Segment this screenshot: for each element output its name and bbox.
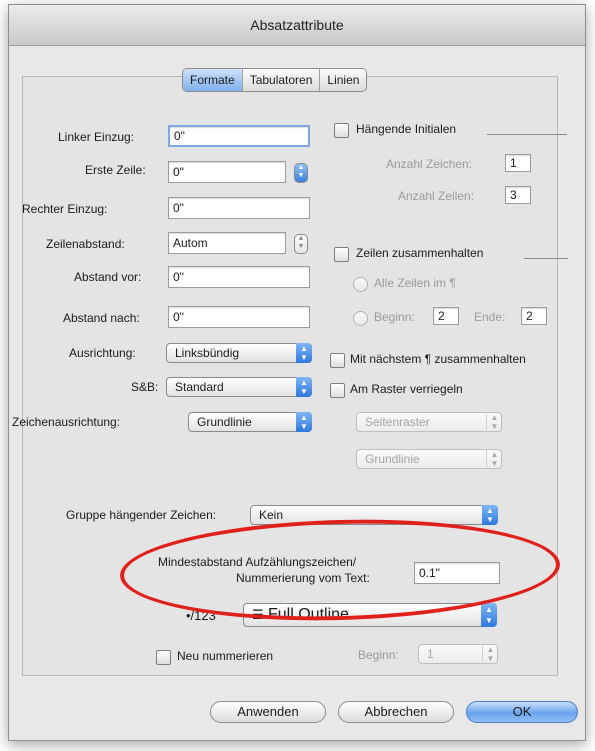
rechter-einzug-label: Rechter Einzug: (22, 202, 108, 216)
haengende-initialen-label: Hängende Initialen (356, 122, 457, 136)
beginn-bottom-select[interactable]: 1 ▲ ▼ (418, 644, 498, 664)
erste-zeile-label: Erste Zeile: (85, 163, 146, 177)
select-arrows-icon: ▲ ▼ (486, 412, 502, 432)
select-arrows-icon: ▲ ▼ (482, 644, 498, 664)
select-arrows-icon: ▲ ▼ (296, 343, 312, 363)
beginn-label: Beginn: (374, 310, 415, 324)
neu-nummerieren-label: Neu nummerieren (177, 649, 274, 663)
tab-linien[interactable]: Linien (320, 69, 367, 91)
anzahl-zeilen-label: Anzahl Zeilen: (398, 189, 475, 203)
tab-tabulatoren[interactable]: Tabulatoren (242, 69, 321, 91)
zeilen-zusammenhalten-label: Zeilen zusammenhalten (356, 246, 484, 260)
grundlinie-select[interactable]: Grundlinie ▲ ▼ (356, 449, 502, 469)
alle-zeilen-radio[interactable] (353, 277, 368, 292)
seitenraster-value: Seitenraster (365, 415, 430, 429)
erste-zeile-input[interactable]: 0" (168, 161, 286, 183)
tab-formate[interactable]: Formate (183, 69, 243, 91)
anzahl-zeichen-label: Anzahl Zeichen: (386, 157, 473, 171)
sb-select[interactable]: Standard ▲ ▼ (166, 377, 312, 397)
zeichenausrichtung-select[interactable]: Grundlinie ▲ ▼ (188, 412, 312, 432)
abstand-vor-label: Abstand vor: (74, 270, 142, 284)
anzahl-zeilen-input[interactable]: 3 (505, 186, 531, 204)
group-divider (487, 134, 567, 135)
linker-einzug-label: Linker Einzug: (58, 130, 135, 144)
mit-naechstem-checkbox[interactable] (330, 353, 345, 368)
ende-input[interactable]: 2 (521, 307, 547, 325)
seitenraster-select[interactable]: Seitenraster ▲ ▼ (356, 412, 502, 432)
select-arrows-icon: ▲ ▼ (296, 412, 312, 432)
mit-naechstem-label: Mit nächstem ¶ zusammenhalten (350, 352, 526, 366)
am-raster-checkbox[interactable] (330, 383, 345, 398)
haengende-initialen-checkbox[interactable] (334, 123, 349, 138)
linker-einzug-input[interactable]: 0" (168, 125, 310, 147)
am-raster-label: Am Raster verriegeln (350, 382, 463, 396)
ausrichtung-value: Linksbündig (175, 346, 240, 360)
beginn-bottom-value: 1 (427, 647, 434, 661)
sb-label: S&B: (131, 380, 159, 394)
gruppe-value: Kein (259, 508, 284, 522)
sb-value: Standard (175, 380, 224, 394)
ausrichtung-select[interactable]: Linksbündig ▲ ▼ (166, 343, 312, 363)
select-arrows-icon: ▲ ▼ (482, 505, 498, 525)
rechter-einzug-input[interactable]: 0" (168, 197, 310, 219)
zeilenabstand-stepper[interactable]: ▲ ▼ (294, 234, 308, 254)
abstand-nach-input[interactable]: 0" (168, 306, 310, 328)
zeilenabstand-input[interactable]: Autom (168, 232, 286, 254)
ende-label: Ende: (474, 310, 506, 324)
abstand-vor-input[interactable]: 0" (168, 266, 310, 288)
ok-button[interactable]: OK (466, 701, 578, 723)
beginn-input[interactable]: 2 (433, 307, 459, 325)
zeilenabstand-label: Zeilenabstand: (46, 237, 125, 251)
zeichenausrichtung-label: Zeichenausrichtung: (12, 415, 121, 429)
tab-bar: Formate Tabulatoren Linien (182, 68, 368, 92)
alle-zeilen-label: Alle Zeilen im ¶ (374, 276, 456, 290)
zeichenausrichtung-value: Grundlinie (197, 415, 252, 429)
gruppe-label: Gruppe hängender Zeichen: (66, 508, 217, 522)
beginn-bottom-label: Beginn: (358, 648, 399, 662)
select-arrows-icon: ▲ ▼ (486, 449, 502, 469)
erste-zeile-stepper[interactable]: ▲ ▼ (294, 163, 308, 183)
grundlinie-value: Grundlinie (365, 452, 420, 466)
abbrechen-button[interactable]: Abbrechen (338, 701, 454, 723)
ausrichtung-label: Ausrichtung: (69, 346, 136, 360)
neu-nummerieren-checkbox[interactable] (156, 650, 171, 665)
window-title: Absatzattribute (9, 5, 585, 46)
zeilen-zusammenhalten-checkbox[interactable] (334, 247, 349, 262)
anzahl-zeichen-input[interactable]: 1 (505, 154, 531, 172)
select-arrows-icon: ▲ ▼ (296, 377, 312, 397)
abstand-nach-label: Abstand nach: (63, 311, 140, 325)
beginn-ende-radio[interactable] (353, 311, 368, 326)
select-arrows-icon: ▲ ▼ (481, 603, 497, 627)
group-divider (524, 258, 568, 259)
anwenden-button[interactable]: Anwenden (210, 701, 326, 723)
